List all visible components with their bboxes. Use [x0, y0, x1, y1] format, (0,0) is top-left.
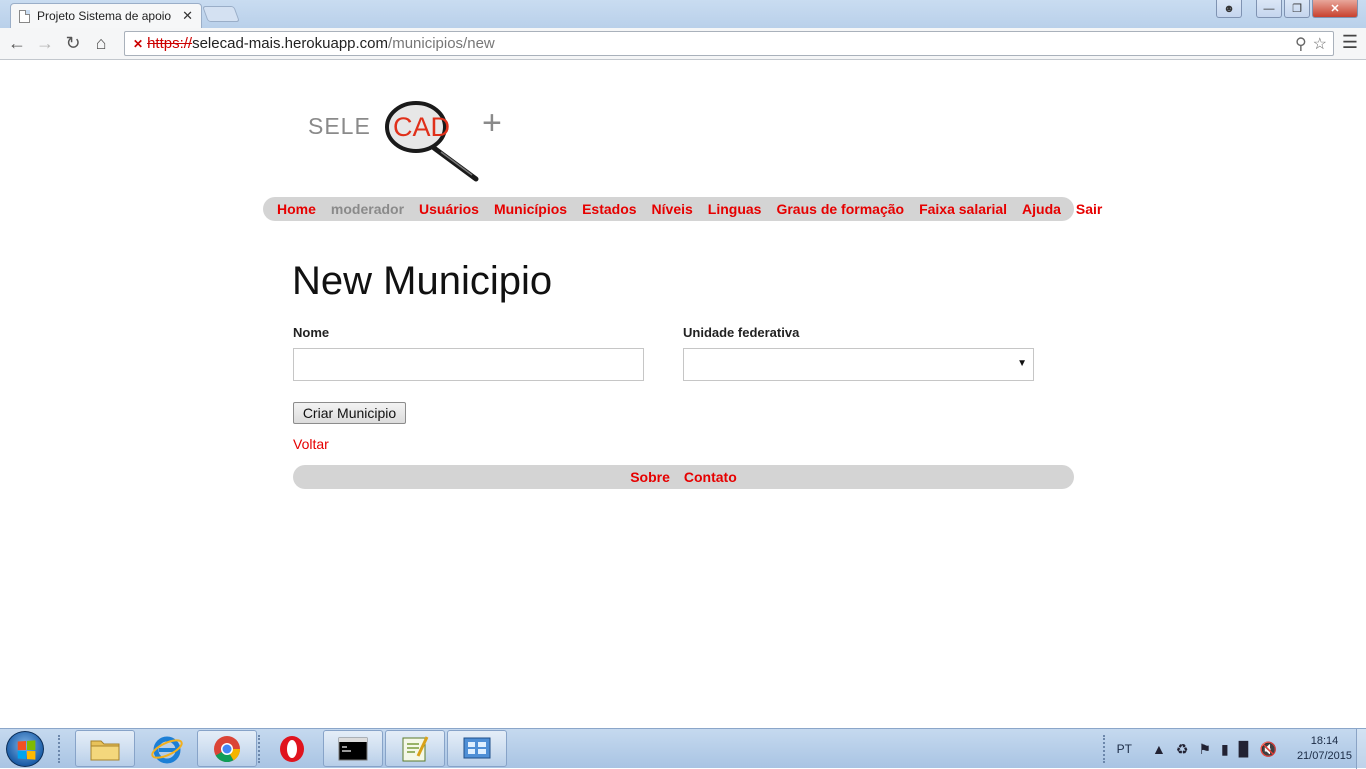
- nav-niveis[interactable]: Níveis: [652, 201, 693, 217]
- home-icon[interactable]: ⌂: [87, 30, 115, 58]
- windows-logo-icon: [17, 740, 36, 760]
- tab-title: Projeto Sistema de apoio: [37, 9, 172, 23]
- magnifier-handle-shine: [440, 151, 473, 176]
- new-tab-button[interactable]: [202, 6, 240, 22]
- network-signal-icon[interactable]: ▉: [1239, 741, 1250, 758]
- taskbar-clock[interactable]: 18:14 21/07/2015: [1297, 734, 1352, 764]
- show-desktop-button[interactable]: [1356, 729, 1366, 769]
- criar-municipio-button[interactable]: Criar Municipio: [293, 402, 406, 424]
- nav-usuarios[interactable]: Usuários: [419, 201, 479, 217]
- action-center-flag-icon[interactable]: ⚑: [1198, 741, 1211, 758]
- internet-explorer-task[interactable]: [137, 730, 197, 767]
- unidade-federativa-label: Unidade federativa: [683, 325, 800, 340]
- start-button[interactable]: [6, 731, 44, 767]
- nome-label: Nome: [293, 325, 330, 340]
- editor-task[interactable]: [385, 730, 445, 767]
- selecad-logo: SELE CAD +: [308, 101, 502, 182]
- clock-date: 21/07/2015: [1296, 750, 1352, 762]
- nav-home[interactable]: Home: [277, 201, 316, 217]
- nav-municipios[interactable]: Municípios: [494, 201, 567, 217]
- command-prompt-icon: [338, 737, 368, 760]
- nav-linguas[interactable]: Linguas: [708, 201, 762, 217]
- browser-tab[interactable]: Projeto Sistema de apoio ✕: [10, 3, 202, 28]
- windows-taskbar: PT ▲ ♻ ⚑ ▮ ▉ 🔇 18:14 21/07/2015: [0, 728, 1366, 769]
- restore-button[interactable]: ❐: [1284, 0, 1310, 18]
- nav-estados[interactable]: Estados: [582, 201, 636, 217]
- volume-muted-icon[interactable]: 🔇: [1260, 741, 1277, 758]
- nav-ajuda[interactable]: Ajuda: [1022, 201, 1061, 217]
- forward-arrow-icon[interactable]: →: [31, 30, 59, 58]
- nav-sair[interactable]: Sair: [1076, 201, 1102, 217]
- reload-icon[interactable]: ↻: [59, 30, 87, 58]
- footer-contato-link[interactable]: Contato: [684, 469, 737, 485]
- insecure-lock-icon[interactable]: ✕: [133, 37, 143, 51]
- unidade-federativa-select[interactable]: ▼: [683, 348, 1034, 381]
- omnibox-actions: ⚲ ☆: [1295, 34, 1327, 54]
- footer-sobre-link[interactable]: Sobre: [630, 469, 670, 485]
- dropdown-arrow-icon[interactable]: ▼: [1017, 358, 1027, 369]
- nav-moderador[interactable]: moderador: [331, 201, 404, 217]
- back-arrow-icon[interactable]: ←: [3, 30, 31, 58]
- address-bar[interactable]: ✕ https:// selecad-mais.herokuapp.com /m…: [124, 31, 1334, 56]
- logo-text-left: SELE: [308, 113, 371, 139]
- control-panel-task[interactable]: [447, 730, 507, 767]
- system-tray: PT ▲ ♻ ⚑ ▮ ▉ 🔇 18:14 21/07/2015: [1102, 729, 1352, 769]
- explorer-task[interactable]: [75, 730, 135, 767]
- nav-faixa-salarial[interactable]: Faixa salarial: [919, 201, 1007, 217]
- footer-bar: Sobre Contato: [293, 465, 1074, 489]
- logo-text-plus: +: [482, 104, 502, 142]
- chrome-task[interactable]: [197, 730, 257, 767]
- taskbar-grip: [58, 735, 62, 763]
- browser-toolbar: ← → ↻ ⌂ ✕ https:// selecad-mais.herokuap…: [0, 28, 1366, 60]
- logo-text-magnified: CAD: [393, 112, 450, 142]
- close-window-button[interactable]: ✕: [1312, 0, 1358, 18]
- bookmark-star-icon[interactable]: ☆: [1313, 34, 1327, 54]
- recycle-sync-icon[interactable]: ♻: [1176, 741, 1189, 758]
- opera-task[interactable]: [262, 730, 322, 767]
- page-icon: [19, 9, 30, 23]
- chrome-icon: [214, 735, 241, 762]
- voltar-link[interactable]: Voltar: [293, 436, 329, 452]
- zoom-icon[interactable]: ⚲: [1295, 34, 1307, 54]
- internet-explorer-icon: [151, 736, 183, 763]
- page-title: New Municipio: [292, 259, 553, 303]
- minimize-button[interactable]: —: [1256, 0, 1282, 18]
- magnifier-handle: [431, 145, 479, 182]
- url-scheme: https://: [147, 35, 193, 52]
- nav-graus-de-formacao[interactable]: Graus de formação: [776, 201, 904, 217]
- url-host: selecad-mais.herokuapp.com: [192, 35, 389, 52]
- browser-menu-icon[interactable]: ☰: [1342, 32, 1358, 53]
- tray-grip: [1102, 735, 1107, 763]
- language-indicator[interactable]: PT: [1117, 742, 1132, 756]
- opera-icon: [280, 735, 304, 762]
- main-nav: Home moderador Usuários Municípios Estad…: [263, 197, 1102, 221]
- editor-icon: [402, 735, 429, 761]
- page-content: SELE CAD + Home moderador Usuários Munic…: [0, 61, 1366, 727]
- window-controls: ☻ — ❐ ✕: [1216, 0, 1358, 18]
- command-prompt-task[interactable]: [323, 730, 383, 767]
- nome-input[interactable]: [293, 348, 644, 381]
- url-path: /municipios/new: [388, 35, 495, 52]
- tab-close-icon[interactable]: ✕: [182, 8, 193, 24]
- show-hidden-icons[interactable]: ▲: [1152, 741, 1166, 757]
- user-profile-icon[interactable]: ☻: [1216, 0, 1242, 18]
- folder-icon: [90, 740, 120, 760]
- browser-titlebar: Projeto Sistema de apoio ✕ ☻ — ❐ ✕: [0, 0, 1366, 28]
- clock-time: 18:14: [1310, 735, 1339, 747]
- control-panel-icon: [463, 737, 491, 758]
- battery-icon[interactable]: ▮: [1221, 741, 1229, 758]
